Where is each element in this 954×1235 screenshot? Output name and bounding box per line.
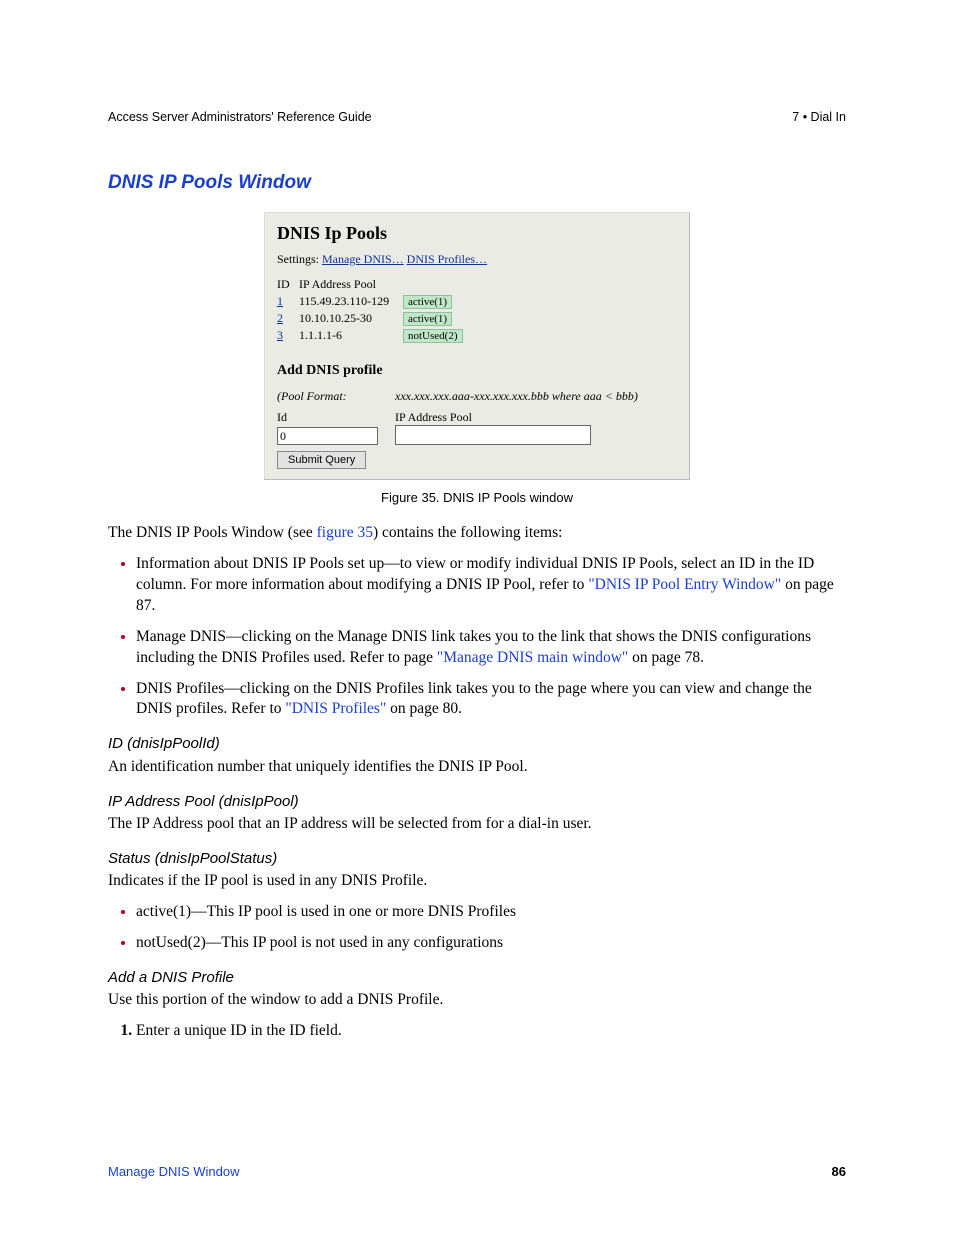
figure-title: DNIS Ip Pools (277, 223, 677, 244)
dnis-ip-pool-entry-link[interactable]: "DNIS IP Pool Entry Window" (588, 576, 781, 593)
list-item: active(1)—This IP pool is used in one or… (136, 902, 846, 923)
id-input-label: Id (277, 410, 377, 425)
figure-screenshot: DNIS Ip Pools Settings: Manage DNIS… DNI… (264, 212, 690, 480)
header-right: 7 • Dial In (792, 110, 846, 124)
row-id-link[interactable]: 1 (277, 294, 293, 309)
subtext: An identification number that uniquely i… (108, 757, 846, 778)
row-status: notUsed(2) (403, 329, 463, 343)
manage-dnis-link[interactable]: Manage DNIS… (322, 252, 404, 266)
row-status: active(1) (403, 312, 452, 326)
bullet-text: DNIS Profiles—clicking on the DNIS Profi… (136, 680, 812, 718)
subheading-add: Add a DNIS Profile (108, 968, 846, 988)
dnis-profiles-ref-link[interactable]: "DNIS Profiles" (285, 700, 386, 717)
table-row: 1 115.49.23.110-129 active(1) (277, 294, 677, 309)
pool-input-label: IP Address Pool (395, 410, 472, 425)
subheading-status: Status (dnisIpPoolStatus) (108, 849, 846, 869)
step-item: Enter a unique ID in the ID field. (136, 1021, 846, 1042)
subtext: The IP Address pool that an IP address w… (108, 814, 846, 835)
header-left: Access Server Administrators' Reference … (108, 110, 372, 124)
row-pool: 115.49.23.110-129 (299, 294, 397, 309)
row-status: active(1) (403, 295, 452, 309)
subtext: Use this portion of the window to add a … (108, 990, 846, 1011)
subtext: Indicates if the IP pool is used in any … (108, 871, 846, 892)
settings-label: Settings: (277, 252, 319, 266)
page-heading: DNIS IP Pools Window (108, 172, 846, 194)
dnis-profiles-link[interactable]: DNIS Profiles… (407, 252, 487, 266)
table-row: 2 10.10.10.25-30 active(1) (277, 311, 677, 326)
subheading-pool: IP Address Pool (dnisIpPool) (108, 792, 846, 812)
pool-format-label: (Pool Format: (277, 389, 395, 404)
intro-pre: The DNIS IP Pools Window (see (108, 524, 317, 541)
row-id-link[interactable]: 3 (277, 328, 293, 343)
col-pool-header: IP Address Pool (299, 277, 376, 292)
id-input[interactable] (277, 427, 378, 445)
bullet-text: on page 80. (386, 700, 462, 717)
row-id-link[interactable]: 2 (277, 311, 293, 326)
add-profile-heading: Add DNIS profile (277, 363, 677, 379)
list-item: DNIS Profiles—clicking on the DNIS Profi… (136, 679, 846, 721)
page-number: 86 (832, 1164, 846, 1179)
bullet-text: on page 78. (628, 649, 704, 666)
row-pool: 10.10.10.25-30 (299, 311, 397, 326)
list-item: Information about DNIS IP Pools set up—t… (136, 554, 846, 617)
col-id-header: ID (277, 277, 293, 292)
table-row: 3 1.1.1.1-6 notUsed(2) (277, 328, 677, 343)
pool-format-value: xxx.xxx.xxx.aaa-xxx.xxx.xxx.bbb where aa… (395, 389, 638, 404)
submit-query-button[interactable]: Submit Query (277, 451, 366, 469)
intro-post: ) contains the following items: (373, 524, 562, 541)
footer-section: Manage DNIS Window (108, 1164, 240, 1179)
figure-ref-link[interactable]: figure 35 (317, 524, 373, 541)
row-pool: 1.1.1.1-6 (299, 328, 397, 343)
list-item: notUsed(2)—This IP pool is not used in a… (136, 933, 846, 954)
figure-caption: Figure 35. DNIS IP Pools window (108, 490, 846, 505)
manage-dnis-main-link[interactable]: "Manage DNIS main window" (437, 649, 628, 666)
list-item: Manage DNIS—clicking on the Manage DNIS … (136, 627, 846, 669)
subheading-id: ID (dnisIpPoolId) (108, 734, 846, 754)
pool-input[interactable] (395, 425, 591, 445)
